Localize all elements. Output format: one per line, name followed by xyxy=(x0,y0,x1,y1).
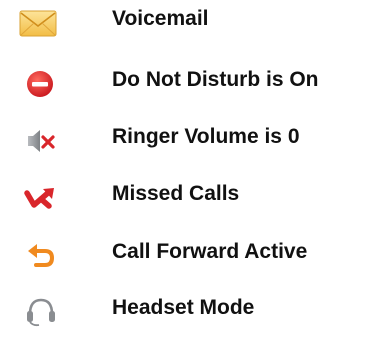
legend-label: Missed Calls xyxy=(112,182,240,205)
legend-label: Headset Mode xyxy=(112,296,255,319)
legend-item-missed-calls: Missed Calls xyxy=(0,175,378,215)
legend-label: Voicemail xyxy=(112,7,209,30)
legend-label: Do Not Disturb is On xyxy=(112,68,319,91)
legend-item-voicemail: Voicemail xyxy=(0,0,378,40)
forward-arrow-icon xyxy=(19,237,57,271)
legend-label: Call Forward Active xyxy=(112,240,308,263)
legend-item-do-not-disturb: Do Not Disturb is On xyxy=(0,61,378,101)
status-icon-legend: Voicemail Do Not Disturb is On Ringer Vo… xyxy=(0,0,378,337)
legend-item-ringer-volume: Ringer Volume is 0 xyxy=(0,118,378,158)
legend-item-call-forward: Call Forward Active xyxy=(0,233,378,273)
legend-label: Ringer Volume is 0 xyxy=(112,125,300,148)
legend-item-headset-mode: Headset Mode xyxy=(0,289,378,329)
envelope-icon xyxy=(19,6,57,40)
headset-icon xyxy=(19,293,57,327)
do-not-disturb-icon xyxy=(19,65,57,99)
missed-call-arrow-icon xyxy=(19,179,57,213)
speaker-muted-icon xyxy=(19,122,57,156)
